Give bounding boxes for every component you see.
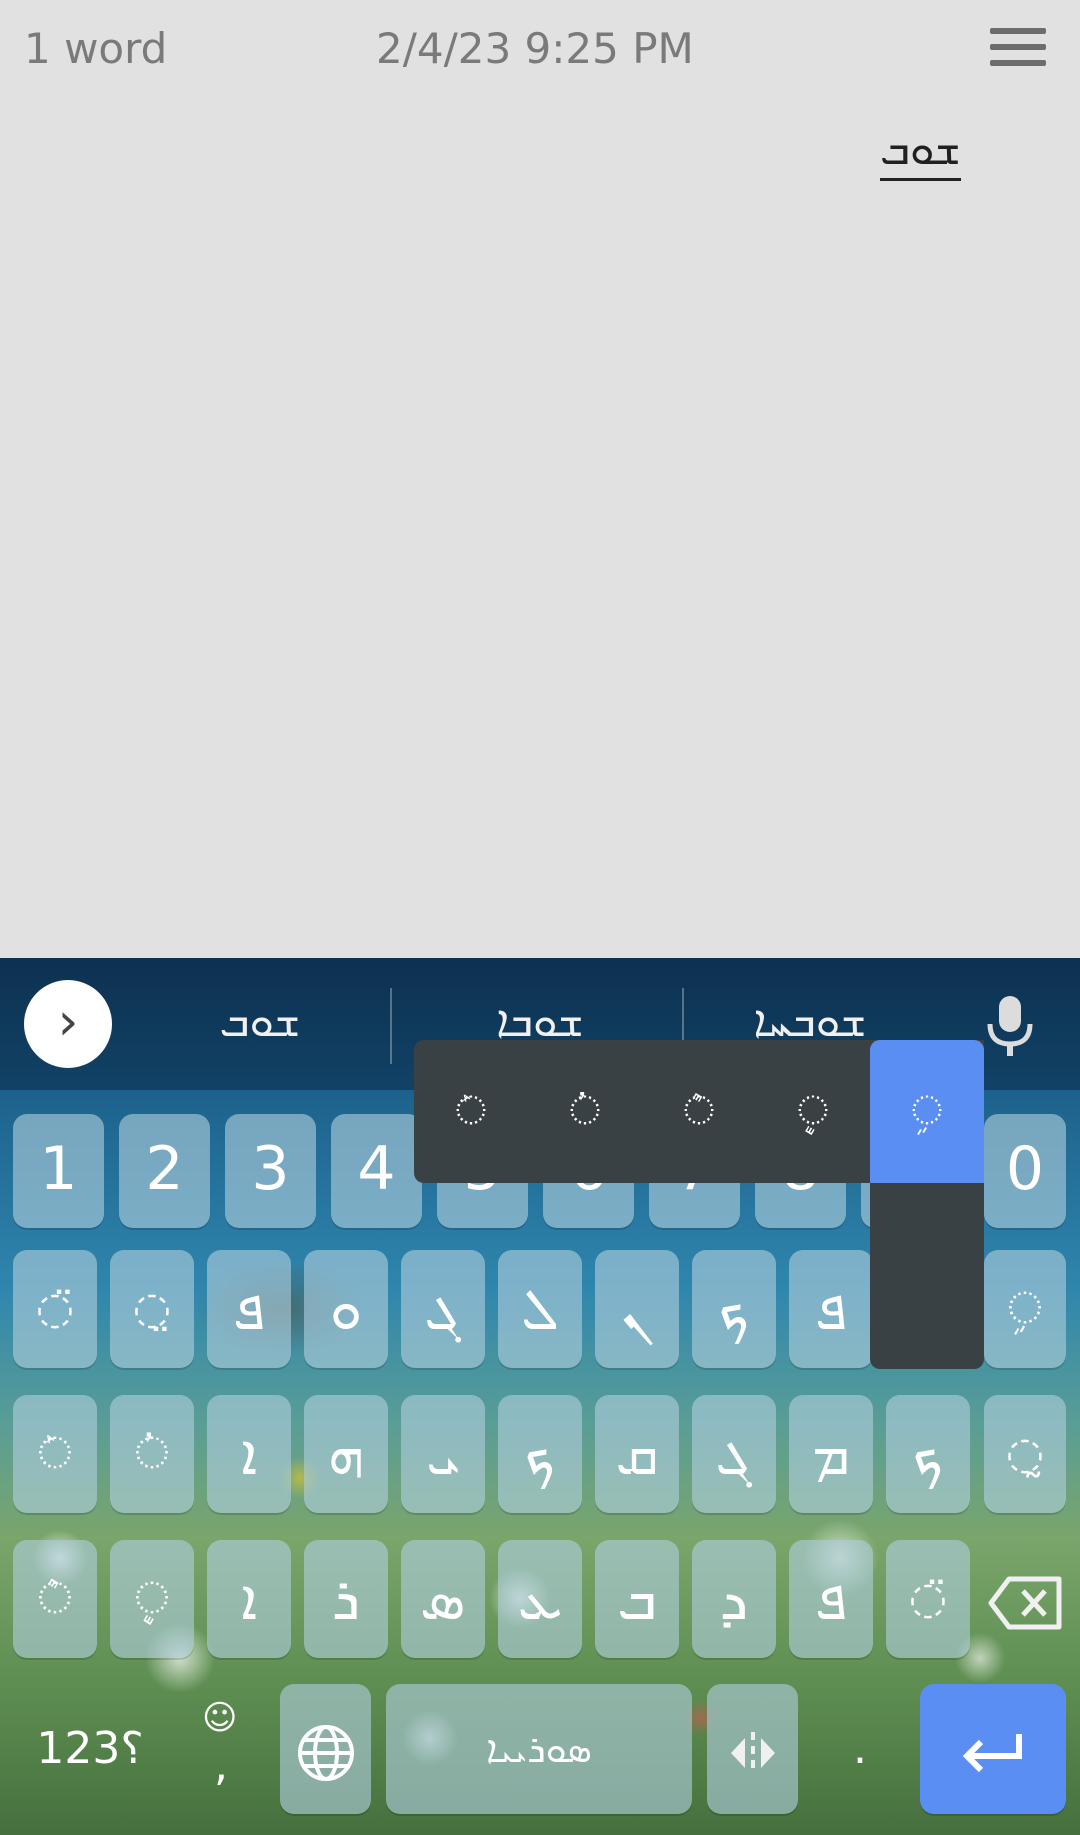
key-row2-11[interactable]: ◌̰: [984, 1395, 1066, 1513]
key-3[interactable]: 3: [225, 1114, 316, 1228]
key-row3-6[interactable]: ܥ: [498, 1540, 582, 1658]
suggestion-1[interactable]: ܫܘܒ: [140, 996, 380, 1047]
document-text[interactable]: ܫܘܒ: [880, 126, 961, 181]
key-row1-7[interactable]: ܢ: [595, 1250, 679, 1368]
key-row3-4[interactable]: ܪ: [304, 1540, 388, 1658]
key-row3-9[interactable]: ܦ: [789, 1540, 873, 1658]
globe-icon[interactable]: [280, 1684, 371, 1814]
microphone-icon[interactable]: [984, 994, 1036, 1058]
key-row2-7[interactable]: ܩ: [595, 1395, 679, 1513]
key-row1-3[interactable]: ܦ: [207, 1250, 291, 1368]
popup-option-3[interactable]: ◌ܶ: [642, 1040, 756, 1183]
key-row1-11[interactable]: ◌ܹ: [984, 1250, 1066, 1368]
chevron-right-icon[interactable]: ›: [24, 980, 112, 1068]
key-row1-6[interactable]: ܠ: [498, 1250, 582, 1368]
key-row1-4[interactable]: ܘ: [304, 1250, 388, 1368]
key-row3-3[interactable]: ܐ: [207, 1540, 291, 1658]
emoji-icon: ☺: [202, 1698, 238, 1738]
key-row3-10[interactable]: ◌̈: [886, 1540, 970, 1658]
key-row3-7[interactable]: ܒ: [595, 1540, 679, 1658]
key-row2-5[interactable]: ܝ: [401, 1395, 485, 1513]
popup-key-tail: [870, 1183, 984, 1369]
key-row2-3[interactable]: ܐ: [207, 1395, 291, 1513]
key-row2-2[interactable]: ◌ܳ: [110, 1395, 194, 1513]
key-2[interactable]: 2: [119, 1114, 210, 1228]
popup-option-1[interactable]: ◌ܰ: [414, 1040, 528, 1183]
key-row2-6[interactable]: ܟ: [498, 1395, 582, 1513]
symbols-key[interactable]: ؟123: [30, 1684, 150, 1814]
popup-option-4[interactable]: ◌ܷ: [756, 1040, 870, 1183]
key-row3-2[interactable]: ◌ܷ: [110, 1540, 194, 1658]
top-bar: 1 word 2/4/23 9:25 PM: [0, 0, 1080, 100]
key-row1-9[interactable]: ܦ: [789, 1250, 873, 1368]
key-row3-1[interactable]: ◌ܶ: [13, 1540, 97, 1658]
key-row3-5[interactable]: ܣ: [401, 1540, 485, 1658]
space-bar[interactable]: ܣܘܪܝܝܐ: [386, 1684, 692, 1814]
key-row1-5[interactable]: ܓ: [401, 1250, 485, 1368]
key-row2-1[interactable]: ◌ܰ: [13, 1395, 97, 1513]
comma-label: ,: [214, 1740, 228, 1791]
key-4[interactable]: 4: [331, 1114, 422, 1228]
key-row2-9[interactable]: ܡ: [789, 1395, 873, 1513]
suggestion-divider: [390, 988, 392, 1064]
backspace-icon[interactable]: [984, 1540, 1066, 1658]
emoji-comma-key[interactable]: ☺ ,: [190, 1684, 250, 1814]
key-1[interactable]: 1: [13, 1114, 104, 1228]
enter-arrow-icon[interactable]: [920, 1684, 1066, 1814]
popup-option-selected[interactable]: ◌ܹ: [870, 1040, 984, 1183]
key-row2-4[interactable]: ܗ: [304, 1395, 388, 1513]
key-0[interactable]: 0: [984, 1114, 1066, 1228]
cursor-move-icon[interactable]: [707, 1684, 798, 1814]
note-datetime: 2/4/23 9:25 PM: [376, 24, 694, 73]
key-row3-8[interactable]: ܕ: [692, 1540, 776, 1658]
hamburger-menu-icon[interactable]: [990, 28, 1046, 68]
key-row1-8[interactable]: ܟ: [692, 1250, 776, 1368]
key-row1-1[interactable]: ◌̈: [13, 1250, 97, 1368]
key-row2-8[interactable]: ܓ: [692, 1395, 776, 1513]
popup-option-2[interactable]: ◌ܳ: [528, 1040, 642, 1183]
period-key[interactable]: .: [820, 1684, 900, 1814]
key-row1-2[interactable]: ◌̤: [110, 1250, 194, 1368]
word-count: 1 word: [24, 24, 168, 73]
key-row2-10[interactable]: ܟ: [886, 1395, 970, 1513]
